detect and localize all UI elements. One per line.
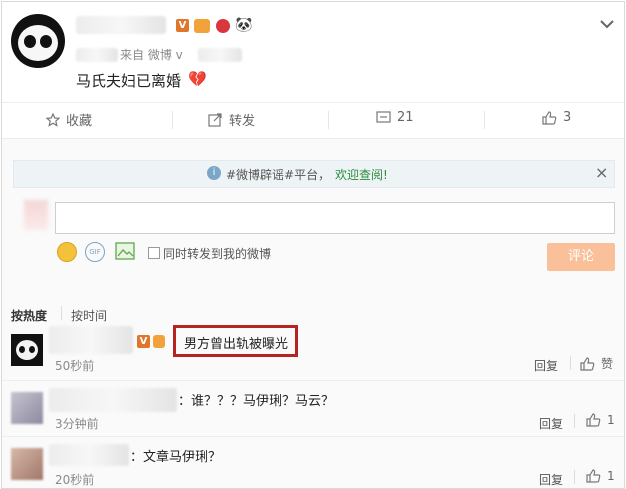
avatar[interactable] (11, 14, 65, 68)
timestamp-blurred (76, 48, 118, 62)
notice-link[interactable]: 欢迎查阅! (335, 166, 388, 183)
weibo-post-card: V 🐼 来自 微博 v 马氏夫妇已离婚 💔 收藏 转发 21 3 i #微博辟谣… (1, 1, 625, 489)
verified-v-icon: V (176, 19, 189, 32)
forward-checkbox[interactable] (148, 247, 160, 259)
comment-avatar[interactable] (11, 448, 43, 480)
forward-checkbox-label: 同时转发到我的微博 (163, 247, 272, 261)
comment-time: 50秒前 (55, 359, 95, 373)
comment-text: 男方曾出轨被曝光 (184, 337, 289, 352)
comment-like-button[interactable]: 1 (586, 413, 615, 427)
thumbs-up-icon (586, 413, 601, 427)
comment-input[interactable] (55, 202, 615, 234)
divider (570, 356, 571, 370)
emoji-icon[interactable] (57, 242, 77, 262)
tab-sort-time[interactable]: 按时间 (71, 307, 107, 324)
collect-label: 收藏 (66, 114, 93, 129)
broken-heart-icon: 💔 (188, 70, 207, 88)
comment-text: ：文章马伊琍？ (130, 450, 222, 465)
divider (2, 436, 624, 437)
forward-icon (208, 112, 223, 127)
divider (574, 414, 575, 428)
divider (2, 380, 624, 381)
divider (574, 470, 575, 484)
gif-icon[interactable]: GIF (85, 242, 105, 262)
collect-button[interactable]: 收藏 (46, 110, 92, 129)
divider (484, 111, 485, 129)
comment-like-count: 1 (607, 413, 615, 427)
star-icon (46, 112, 60, 127)
thumbs-up-icon (542, 110, 557, 125)
forward-label: 转发 (229, 114, 256, 129)
comment-text: ：谁？？？马伊琍？马云？ (178, 394, 335, 409)
panda-emoji-icon: 🐼 (235, 17, 253, 33)
comment-avatar[interactable] (11, 392, 43, 424)
comment-like-button[interactable]: 1 (586, 469, 615, 483)
forward-button[interactable]: 转发 (208, 110, 255, 129)
comment-count: 21 (397, 110, 414, 125)
comment-avatar[interactable] (11, 334, 43, 366)
member-badge-icon (153, 335, 165, 348)
comment-like-label: 赞 (601, 357, 614, 371)
reply-button[interactable]: 回复 (539, 415, 563, 432)
reply-button[interactable]: 回复 (539, 471, 563, 488)
comment-icon (376, 110, 391, 125)
member-badge-icon (194, 19, 210, 33)
close-icon[interactable]: × (595, 163, 608, 182)
image-icon[interactable] (115, 242, 135, 264)
divider (328, 111, 329, 129)
divider (61, 306, 62, 320)
source-blurred (198, 48, 242, 62)
reply-button[interactable]: 回复 (534, 357, 558, 374)
like-button[interactable]: 3 (542, 110, 571, 125)
chevron-down-icon[interactable] (600, 14, 614, 33)
commenter-name-blurred[interactable] (49, 326, 133, 354)
comment-time: 3分钟前 (55, 417, 99, 431)
comment-button[interactable]: 21 (376, 110, 414, 125)
composer-avatar-blurred (24, 200, 48, 230)
info-icon: i (207, 166, 221, 180)
tab-sort-hot[interactable]: 按热度 (11, 307, 47, 324)
thumbs-up-icon (580, 356, 595, 371)
post-text: 马氏夫妇已离婚 (76, 72, 182, 90)
divider (172, 111, 173, 129)
commenter-name-blurred[interactable] (49, 388, 177, 412)
red-badge-icon (216, 19, 230, 33)
submit-comment-button[interactable]: 评论 (547, 243, 615, 271)
thumbs-up-icon (586, 469, 601, 483)
comment-like-count: 1 (607, 469, 615, 483)
comment-like-button[interactable]: 赞 (580, 355, 613, 372)
comment-time: 20秒前 (55, 473, 95, 487)
like-count: 3 (563, 110, 572, 125)
divider (2, 102, 624, 103)
verified-v-icon: V (137, 335, 150, 348)
username-blurred[interactable] (76, 16, 166, 34)
commenter-name-blurred[interactable] (49, 444, 129, 466)
post-source: 来自 微博 v (120, 48, 183, 62)
notice-text: #微博辟谣#平台， (226, 168, 331, 182)
